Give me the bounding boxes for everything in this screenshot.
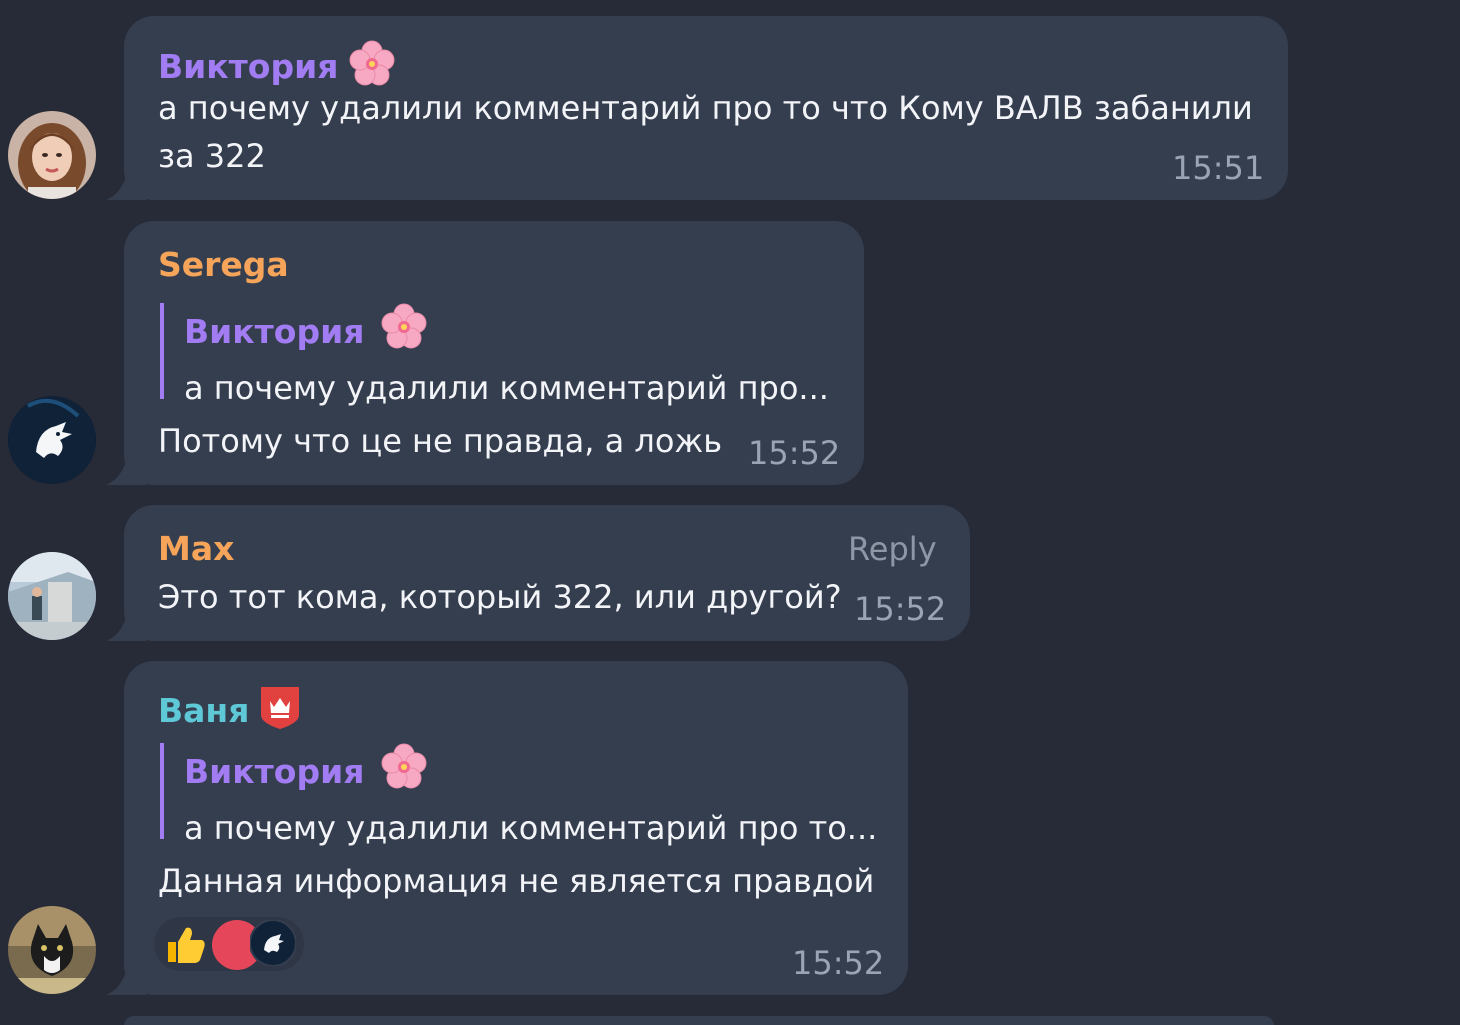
reply-quote[interactable]: Виктория а почему удалили комментарий пр… (160, 303, 829, 407)
message-text: Это тот кома, который 322, или другой? (158, 578, 842, 616)
message-author[interactable]: Max (158, 529, 234, 569)
message-bubble[interactable]: Виктория а почему удалили комментарий пр… (106, 16, 1288, 200)
message-text: Данная информация не является правдой (158, 862, 875, 900)
reply-quote[interactable]: Виктория а почему удалили комментарий пр… (160, 743, 877, 847)
avatar[interactable] (8, 396, 96, 484)
quote-author: Виктория (184, 743, 877, 804)
dragon-avatar-reaction[interactable] (249, 919, 297, 970)
message-bubble[interactable]: Max Reply Это тот кома, который 322, или… (106, 505, 970, 641)
author-name[interactable]: Ваня (158, 691, 249, 730)
quote-text: а почему удалили комментарий про то... (184, 809, 878, 847)
thumbs-up-icon[interactable] (162, 920, 210, 972)
avatar[interactable] (8, 906, 96, 994)
cherry-blossom-icon (380, 303, 428, 364)
quote-author: Виктория (184, 303, 829, 364)
author-name[interactable]: Виктория (158, 47, 338, 86)
message-bubble-partial (124, 1016, 1274, 1025)
cherry-blossom-icon (380, 743, 428, 804)
bubble-tail (106, 455, 146, 485)
dragon-logo-avatar (8, 396, 96, 484)
message-author[interactable]: Serega (158, 245, 289, 285)
chat-message-list: Виктория а почему удалили комментарий пр… (0, 0, 1460, 1025)
avatar-photo-vanya (8, 906, 96, 994)
avatar-photo-viktoria (8, 111, 96, 199)
avatar[interactable] (8, 552, 96, 640)
avatar[interactable] (8, 111, 96, 199)
message-bubble[interactable]: Ваня Виктория а почему удалили комментар… (106, 661, 908, 995)
bubble-tail (106, 170, 146, 200)
reply-button[interactable]: Reply (848, 529, 937, 569)
message-time: 15:51 (1172, 149, 1265, 187)
message-time: 15:52 (854, 590, 947, 628)
message-text: а почему удалили комментарий про то что … (158, 89, 1253, 175)
message-time: 15:52 (748, 434, 841, 472)
admin-crown-badge-icon (259, 685, 301, 740)
message-bubble[interactable]: Serega Виктория а почему удалили коммент… (106, 221, 864, 485)
message-text: Потому что це не правда, а ложь (158, 422, 723, 460)
message-time: 15:52 (792, 944, 885, 982)
avatar-photo-max (8, 552, 96, 640)
message-author[interactable]: Ваня (158, 685, 301, 740)
reactions-bar[interactable] (154, 917, 304, 971)
bubble-tail (106, 965, 146, 995)
quote-text: а почему удалили комментарий про... (184, 369, 829, 407)
bubble-tail (106, 611, 146, 641)
